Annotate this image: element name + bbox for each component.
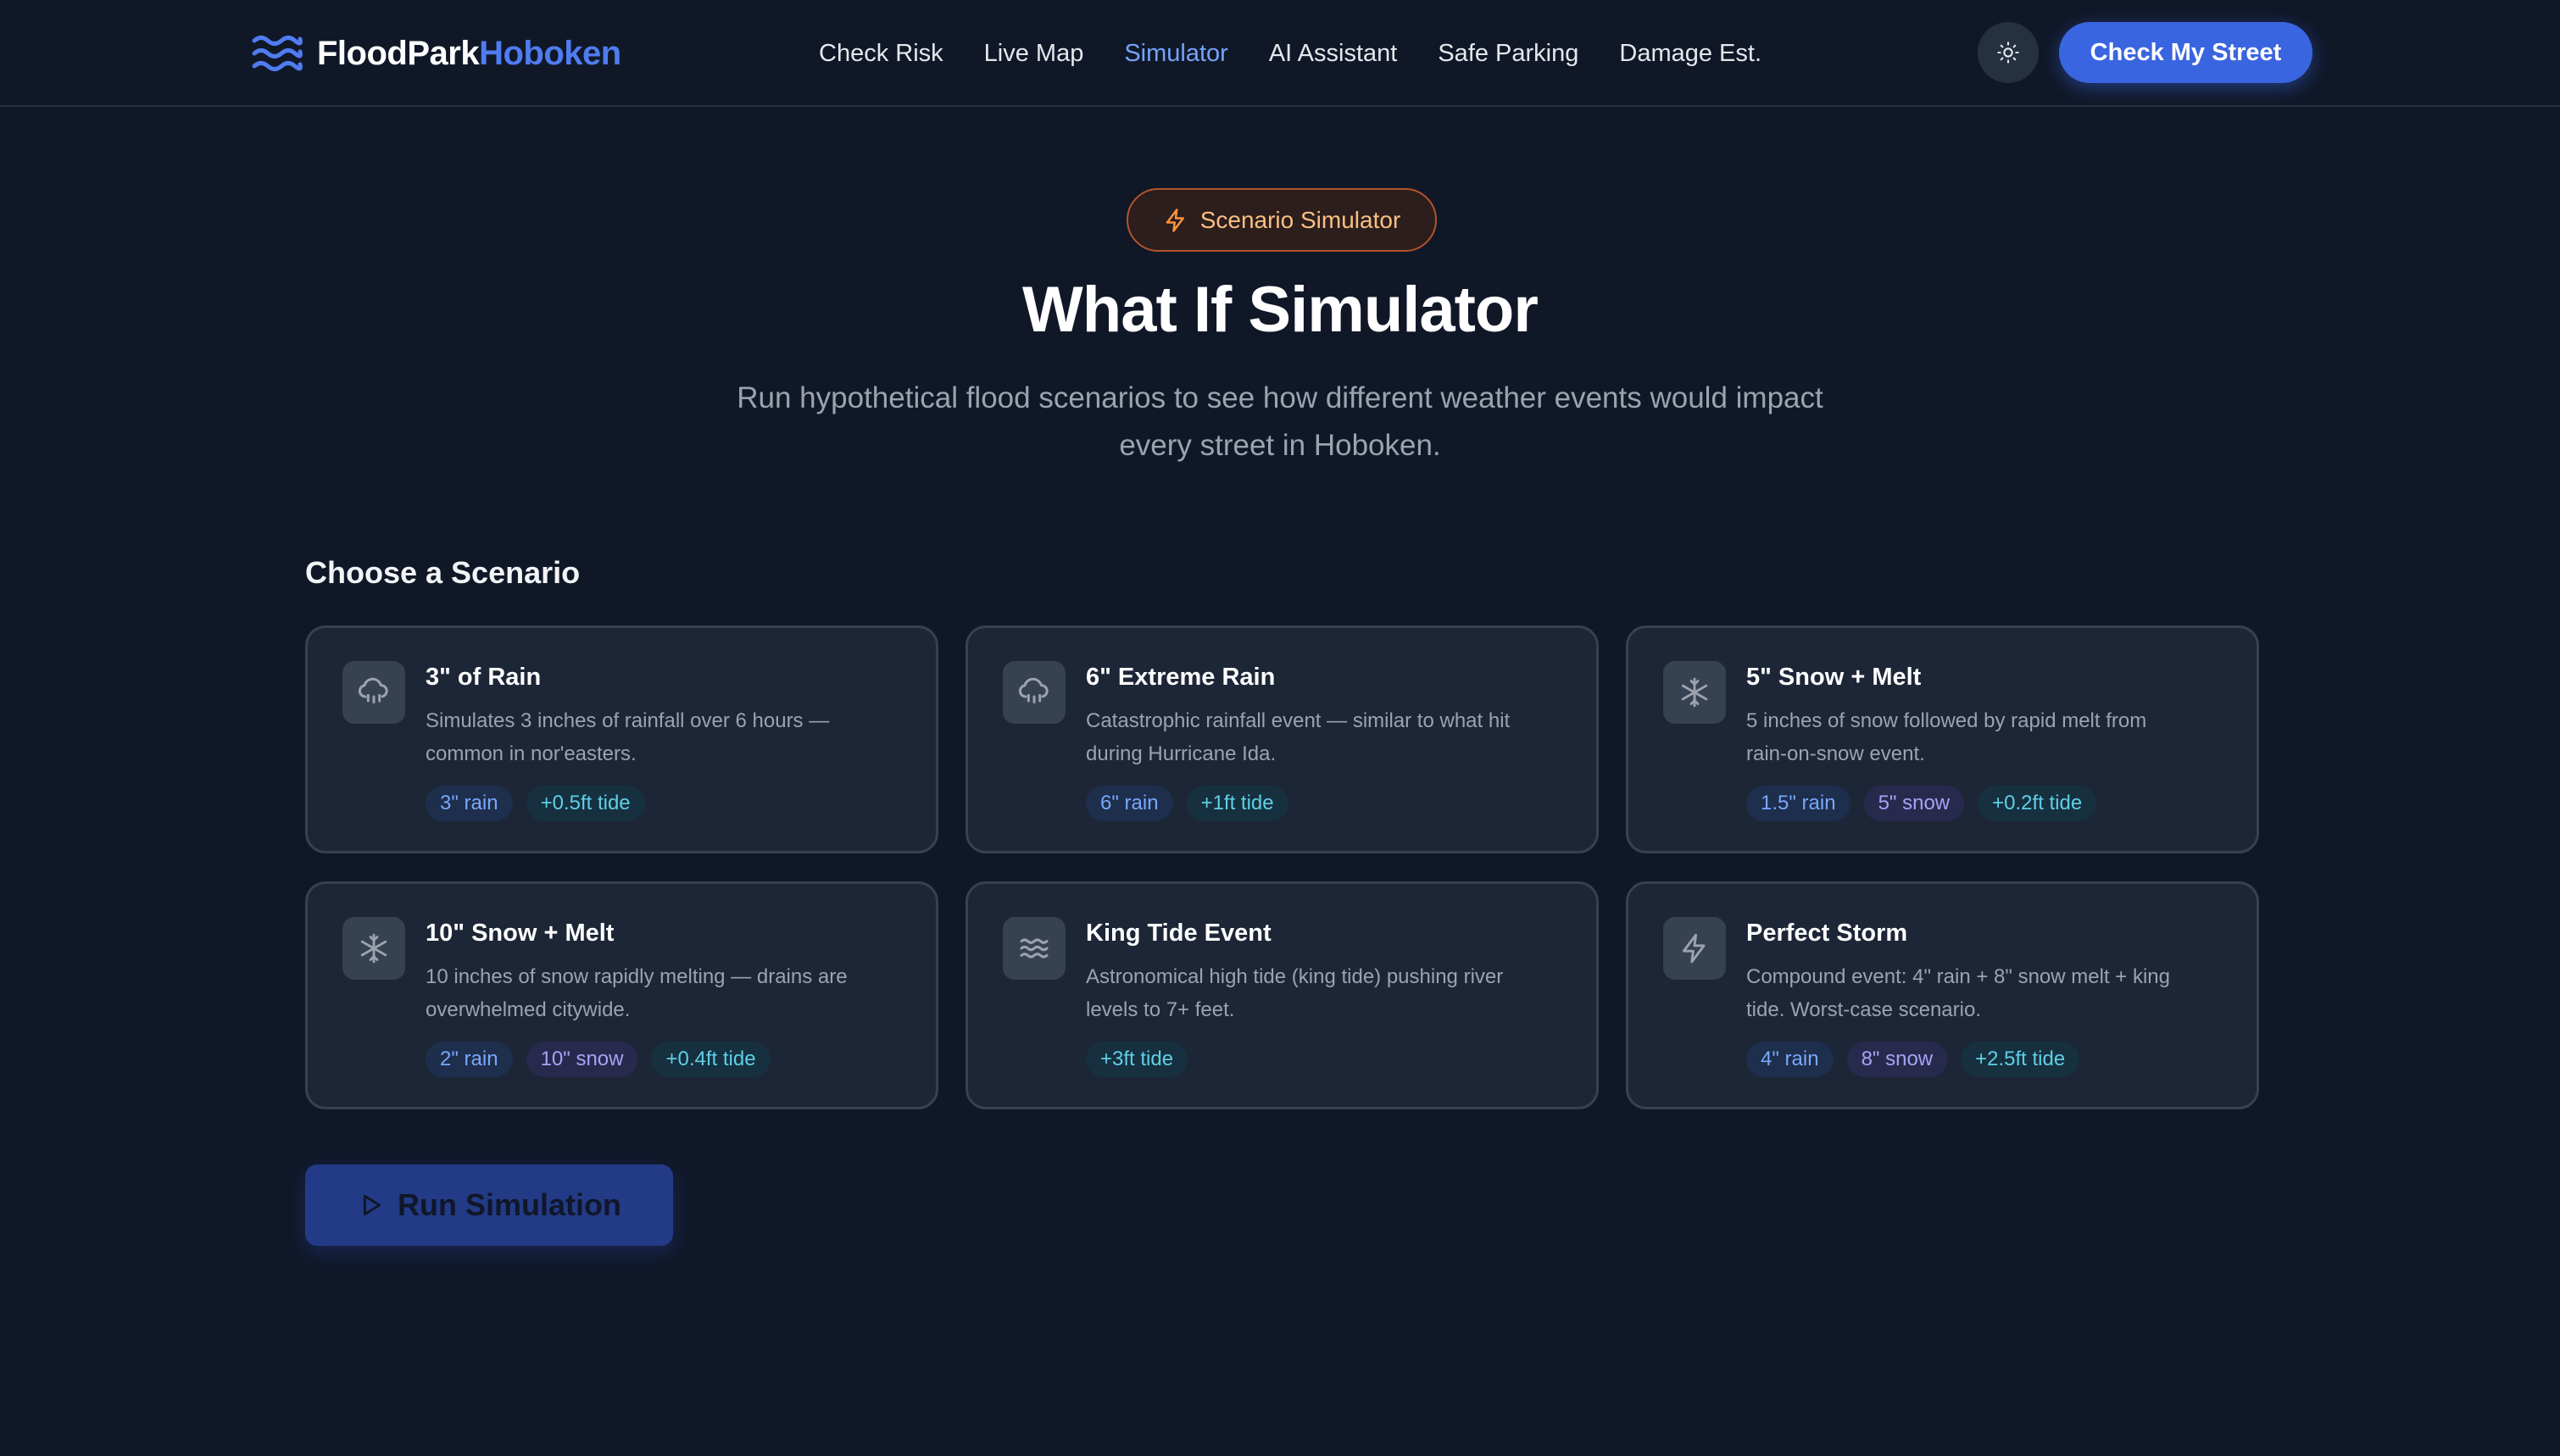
- scenario-card-3in-rain[interactable]: 3" of Rain Simulates 3 inches of rainfal…: [305, 625, 938, 853]
- subtitle-line-2: every street in Hoboken.: [1119, 429, 1441, 462]
- scenario-description-line: 5 inches of snow followed by rapid melt …: [1746, 709, 2147, 732]
- scenario-description-line: levels to 7+ feet.: [1086, 998, 1235, 1021]
- scenario-description-line: tide. Worst-case scenario.: [1746, 998, 1981, 1021]
- scenario-description: Simulates 3 inches of rainfall over 6 ho…: [426, 704, 917, 770]
- main-nav: Check Risk Live Map Simulator AI Assista…: [819, 34, 1761, 73]
- rain-tag: 2" rain: [426, 1042, 513, 1077]
- scenario-icon-badge: [1663, 661, 1726, 724]
- snow-tag: 8" snow: [1846, 1042, 1948, 1077]
- brand-name-part2: Hoboken: [479, 34, 621, 72]
- waves-icon: [1020, 938, 1049, 959]
- scenario-card-10in-snow-melt[interactable]: 10" Snow + Melt 10 inches of snow rapidl…: [305, 881, 938, 1109]
- scenario-icon-badge: [1003, 661, 1066, 724]
- scenario-description-line: common in nor'easters.: [426, 742, 637, 765]
- scenario-card-perfect-storm[interactable]: Perfect Storm Compound event: 4" rain + …: [1626, 881, 2259, 1109]
- page-subtitle: Run hypothetical flood scenarios to see …: [687, 375, 1873, 470]
- snow-tag: 10" snow: [526, 1042, 638, 1077]
- scenario-description: 5 inches of snow followed by rapid melt …: [1746, 704, 2238, 770]
- scenario-description-line: 10 inches of snow rapidly melting — drai…: [426, 965, 848, 988]
- play-icon: [363, 1194, 381, 1216]
- scenario-tags: 1.5" rain 5" snow +0.2ft tide: [1746, 786, 2097, 821]
- lightning-icon: [1682, 933, 1706, 964]
- scenario-card-king-tide[interactable]: King Tide Event Astronomical high tide (…: [966, 881, 1599, 1109]
- tide-tag: +1ft tide: [1186, 786, 1288, 821]
- rain-tag: 3" rain: [426, 786, 513, 821]
- brand-logo[interactable]: FloodParkHoboken: [251, 31, 621, 76]
- check-my-street-button[interactable]: Check My Street: [2059, 22, 2312, 83]
- rain-tag: 6" rain: [1086, 786, 1173, 821]
- run-simulation-button[interactable]: Run Simulation: [305, 1164, 673, 1246]
- scenario-title: 5" Snow + Melt: [1746, 664, 1922, 691]
- sun-icon: [1997, 42, 2019, 64]
- rain-tag: 4" rain: [1746, 1042, 1834, 1077]
- cloud-rain-icon: [1018, 677, 1049, 704]
- snowflake-icon: [1681, 677, 1708, 708]
- subtitle-line-1: Run hypothetical flood scenarios to see …: [737, 381, 1823, 414]
- snow-tag: 5" snow: [1863, 786, 1965, 821]
- nav-link-safe-parking[interactable]: Safe Parking: [1438, 40, 1578, 68]
- scenario-description: 10 inches of snow rapidly melting — drai…: [426, 960, 917, 1026]
- lightning-icon: [1166, 208, 1184, 232]
- scenario-description-line: Simulates 3 inches of rainfall over 6 ho…: [426, 709, 830, 732]
- scenario-description-line: Compound event: 4" rain + 8" snow melt +…: [1746, 965, 2170, 988]
- scenario-card-5in-snow-melt[interactable]: 5" Snow + Melt 5 inches of snow followed…: [1626, 625, 2259, 853]
- badge-label: Scenario Simulator: [1199, 206, 1401, 233]
- scenario-description: Compound event: 4" rain + 8" snow melt +…: [1746, 960, 2238, 1026]
- scenario-icon-badge: [1663, 917, 1726, 980]
- tide-tag: +0.5ft tide: [526, 786, 645, 821]
- tide-tag: +0.2ft tide: [1978, 786, 2097, 821]
- nav-link-ai-assistant[interactable]: AI Assistant: [1269, 40, 1398, 68]
- scenario-title: Perfect Storm: [1746, 920, 1908, 947]
- nav-link-damage-est[interactable]: Damage Est.: [1619, 40, 1761, 68]
- run-simulation-label: Run Simulation: [398, 1187, 621, 1222]
- brand-name: FloodParkHoboken: [317, 35, 621, 73]
- scenario-description-line: during Hurricane Ida.: [1086, 742, 1277, 765]
- scenario-description-line: rain-on-snow event.: [1746, 742, 1925, 765]
- choose-scenario-heading: Choose a Scenario: [305, 555, 581, 590]
- tide-tag: +0.4ft tide: [651, 1042, 771, 1077]
- scenario-description: Catastrophic rainfall event — similar to…: [1086, 704, 1578, 770]
- tide-tag: +2.5ft tide: [1961, 1042, 2080, 1077]
- nav-link-simulator[interactable]: Simulator: [1124, 40, 1228, 68]
- scenario-tags: 6" rain +1ft tide: [1086, 786, 1288, 821]
- scenario-tags: +3ft tide: [1086, 1042, 1188, 1077]
- scenario-icon-badge: [342, 661, 405, 724]
- rain-tag: 1.5" rain: [1746, 786, 1850, 821]
- scenario-title: 10" Snow + Melt: [426, 920, 615, 947]
- page: FloodParkHoboken Check Risk Live Map Sim…: [0, 0, 2560, 1456]
- scenario-description-line: overwhelmed citywide.: [426, 998, 631, 1021]
- nav-link-check-risk[interactable]: Check Risk: [819, 40, 943, 68]
- scenario-simulator-badge: Scenario Simulator: [1127, 188, 1437, 252]
- scenario-title: King Tide Event: [1086, 920, 1272, 947]
- scenario-card-6in-extreme-rain[interactable]: 6" Extreme Rain Catastrophic rainfall ev…: [966, 625, 1599, 853]
- scenario-description-line: Astronomical high tide (king tide) pushi…: [1086, 965, 1504, 988]
- waves-icon: [252, 36, 303, 71]
- brand-name-part1: FloodPark: [317, 34, 480, 72]
- top-navbar: FloodParkHoboken Check Risk Live Map Sim…: [0, 0, 2560, 107]
- tide-tag: +3ft tide: [1086, 1042, 1188, 1077]
- theme-toggle-button[interactable]: [1978, 22, 2039, 83]
- scenario-title: 3" of Rain: [426, 664, 542, 691]
- scenario-description-line: Catastrophic rainfall event — similar to…: [1086, 709, 1511, 732]
- snowflake-icon: [360, 933, 387, 964]
- nav-link-live-map[interactable]: Live Map: [984, 40, 1084, 68]
- scenario-icon-badge: [1003, 917, 1066, 980]
- scenario-icon-badge: [342, 917, 405, 980]
- scenario-description: Astronomical high tide (king tide) pushi…: [1086, 960, 1578, 1026]
- scenario-tags: 2" rain 10" snow +0.4ft tide: [426, 1042, 771, 1077]
- scenario-tags: 3" rain +0.5ft tide: [426, 786, 645, 821]
- cloud-rain-icon: [358, 677, 388, 704]
- page-title: What If Simulator: [1022, 274, 1539, 346]
- scenario-tags: 4" rain 8" snow +2.5ft tide: [1746, 1042, 2080, 1077]
- scenario-title: 6" Extreme Rain: [1086, 664, 1276, 691]
